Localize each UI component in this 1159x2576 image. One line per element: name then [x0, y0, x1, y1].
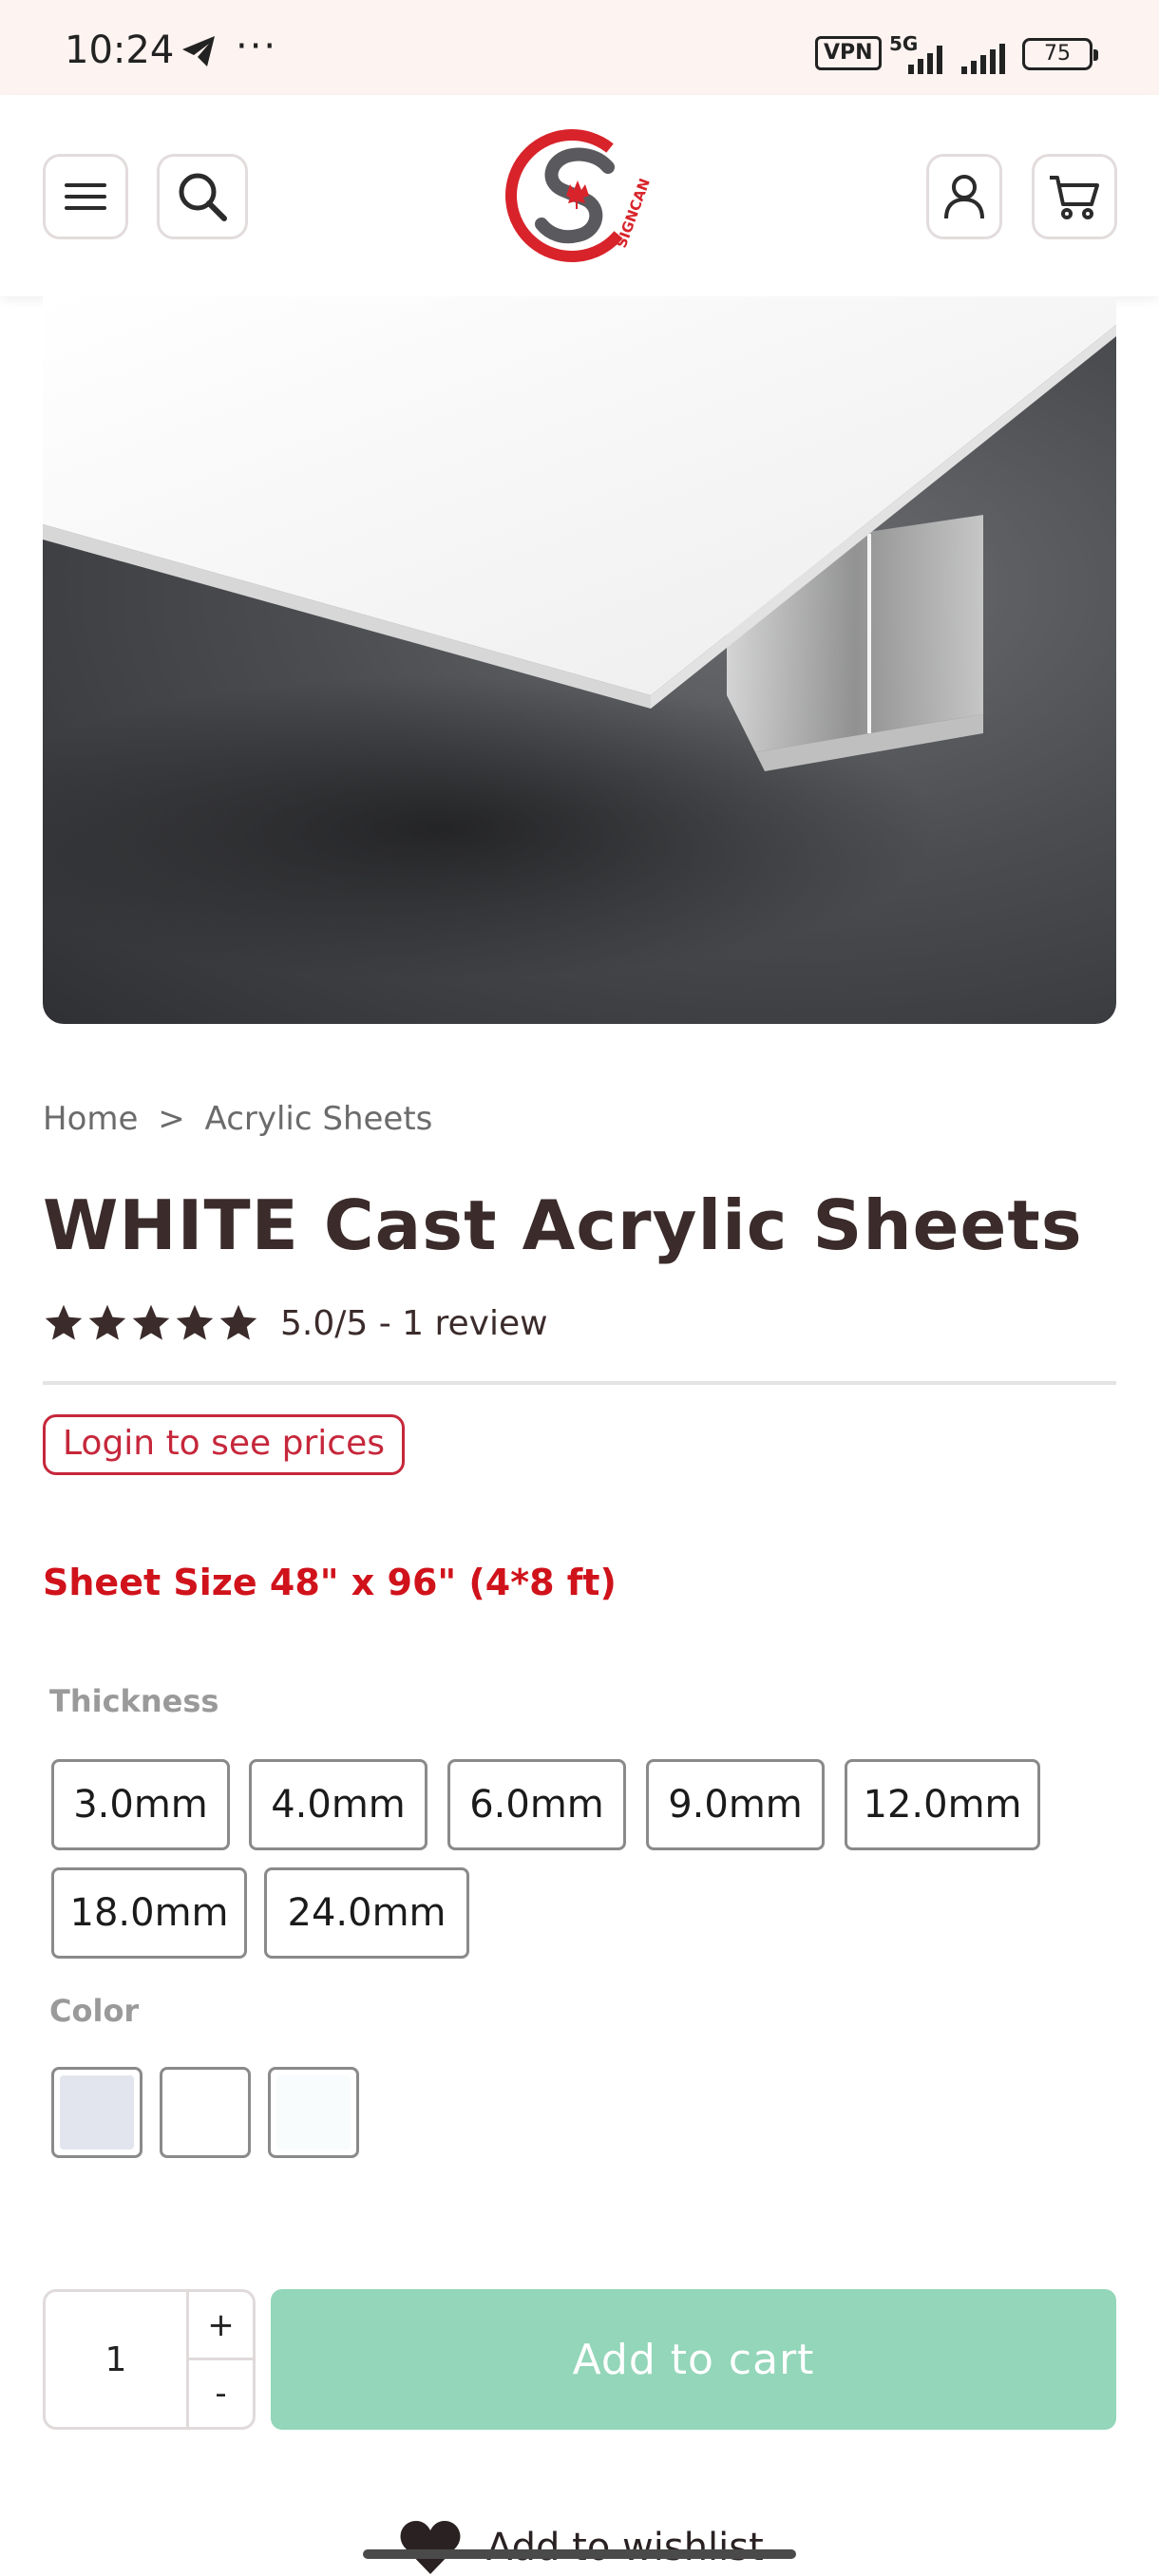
rating-stars — [43, 1302, 259, 1344]
status-more: ··· — [236, 25, 278, 68]
product-image[interactable] — [43, 296, 1116, 1024]
thickness-option[interactable]: 24.0mm — [264, 1867, 469, 1959]
swatch-color — [276, 2075, 351, 2150]
quantity-decrease-button[interactable]: - — [189, 2360, 253, 2427]
quantity-stepper: 1 + - — [43, 2289, 256, 2430]
menu-button[interactable] — [43, 154, 128, 239]
quantity-increase-button[interactable]: + — [189, 2292, 253, 2360]
heart-icon — [400, 2521, 461, 2574]
logo-text: SIGNCAN — [613, 176, 654, 250]
thickness-option[interactable]: 3.0mm — [51, 1759, 230, 1850]
account-button[interactable] — [926, 154, 1002, 239]
cart-icon — [1050, 176, 1099, 219]
breadcrumb-current[interactable]: Acrylic Sheets — [205, 1100, 433, 1138]
rating-text: 5.0/5 - 1 review — [280, 1303, 548, 1343]
thickness-option[interactable]: 6.0mm — [447, 1759, 626, 1850]
breadcrumb-home[interactable]: Home — [43, 1100, 138, 1138]
add-to-cart-button[interactable]: Add to cart — [271, 2289, 1116, 2430]
thickness-option[interactable]: 4.0mm — [249, 1759, 428, 1850]
star-icon — [176, 1304, 214, 1340]
thickness-option[interactable]: 12.0mm — [845, 1759, 1040, 1850]
color-swatch[interactable] — [51, 2067, 142, 2158]
signal-icon — [908, 46, 942, 74]
product-rating[interactable]: 5.0/5 - 1 review — [43, 1299, 548, 1347]
cart-button[interactable] — [1032, 154, 1117, 239]
user-icon — [944, 175, 984, 219]
thickness-option[interactable]: 18.0mm — [51, 1867, 247, 1959]
wishlist-label: Add to wishlist — [486, 2526, 764, 2569]
quantity-input[interactable]: 1 — [46, 2292, 186, 2427]
color-swatch[interactable] — [160, 2067, 251, 2158]
hamburger-icon — [65, 183, 106, 210]
home-indicator[interactable] — [363, 2549, 796, 2559]
telegram-icon — [182, 36, 215, 66]
signal-icon-2 — [961, 44, 1005, 74]
star-icon — [88, 1304, 126, 1340]
star-icon — [132, 1304, 170, 1340]
sheet-size: Sheet Size 48" x 96" (4*8 ft) — [43, 1562, 617, 1603]
site-header: SIGNCAN — [0, 95, 1159, 296]
swatch-color — [60, 2075, 134, 2150]
thickness-option[interactable]: 9.0mm — [646, 1759, 825, 1850]
star-icon — [45, 1304, 83, 1340]
status-time: 10:24 — [65, 28, 175, 72]
color-swatch[interactable] — [268, 2067, 359, 2158]
breadcrumb: Home > Acrylic Sheets — [43, 1100, 442, 1138]
breadcrumb-separator: > — [158, 1100, 185, 1138]
swatch-color — [168, 2075, 242, 2150]
battery-icon: 75 — [1022, 38, 1098, 70]
search-icon — [179, 173, 227, 221]
divider — [43, 1381, 1116, 1385]
star-icon — [219, 1304, 257, 1340]
product-title: WHITE Cast Acrylic Sheets — [43, 1185, 1083, 1265]
thickness-label: Thickness — [49, 1683, 219, 1719]
signcan-logo[interactable]: SIGNCAN — [504, 122, 656, 270]
login-to-see-prices-button[interactable]: Login to see prices — [43, 1414, 405, 1475]
acrylic-sheet-photo — [43, 296, 1116, 980]
status-bar: 10:24 ··· VPN 5G 75 — [0, 0, 1159, 95]
search-button[interactable] — [157, 154, 248, 239]
add-to-wishlist-button[interactable]: Add to wishlist — [399, 2519, 764, 2576]
vpn-badge: VPN — [815, 36, 882, 70]
color-label: Color — [49, 1993, 140, 2029]
